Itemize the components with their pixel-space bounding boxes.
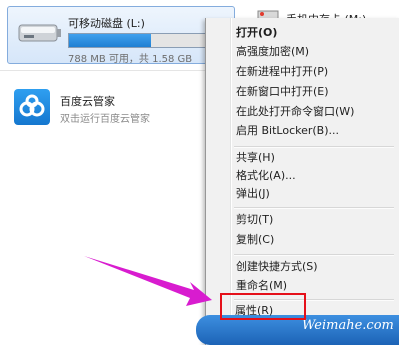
highlight-box: [220, 293, 306, 320]
drive-usage-fill: [69, 34, 151, 47]
menu-item-copy[interactable]: 复制(C): [236, 231, 274, 249]
app-name: 百度云管家: [60, 95, 115, 108]
removable-drive-tile[interactable]: 可移动磁盘 (L:) 788 MB 可用，共 1.58 GB: [7, 6, 235, 65]
watermark-text: Weimahe.com: [302, 318, 394, 333]
menu-item-share[interactable]: 共享(H): [236, 149, 275, 167]
menu-item-create-shortcut[interactable]: 创建快捷方式(S): [236, 258, 318, 276]
app-description: 双击运行百度云管家: [60, 114, 150, 125]
drive-free-space: 788 MB 可用，共 1.58 GB: [68, 54, 193, 65]
baidu-cloud-icon: [14, 89, 50, 125]
menu-item-open-command-window[interactable]: 在此处打开命令窗口(W): [236, 103, 354, 121]
usb-drive-icon: [18, 24, 61, 42]
app-item-baidu-cloud[interactable]: 百度云管家 双击运行百度云管家: [14, 89, 204, 135]
menu-item-cut[interactable]: 剪切(T): [236, 211, 273, 229]
menu-item-bitlocker[interactable]: 启用 BitLocker(B)...: [236, 122, 339, 140]
menu-item-eject[interactable]: 弹出(J): [236, 185, 270, 203]
drive-name: 可移动磁盘 (L:): [68, 17, 145, 30]
menu-item-open-new-window[interactable]: 在新窗口中打开(E): [236, 83, 329, 101]
menu-item-open[interactable]: 打开(O): [236, 24, 277, 42]
menu-item-encrypt[interactable]: 高强度加密(M): [236, 43, 309, 61]
menu-separator: [234, 254, 394, 256]
section-divider: [0, 70, 205, 71]
menu-separator: [234, 146, 394, 148]
menu-separator: [234, 207, 394, 209]
pointer-arrow-icon: [84, 256, 212, 306]
menu-item-open-new-process[interactable]: 在新进程中打开(P): [236, 63, 328, 81]
menu-item-format[interactable]: 格式化(A)...: [236, 167, 296, 185]
